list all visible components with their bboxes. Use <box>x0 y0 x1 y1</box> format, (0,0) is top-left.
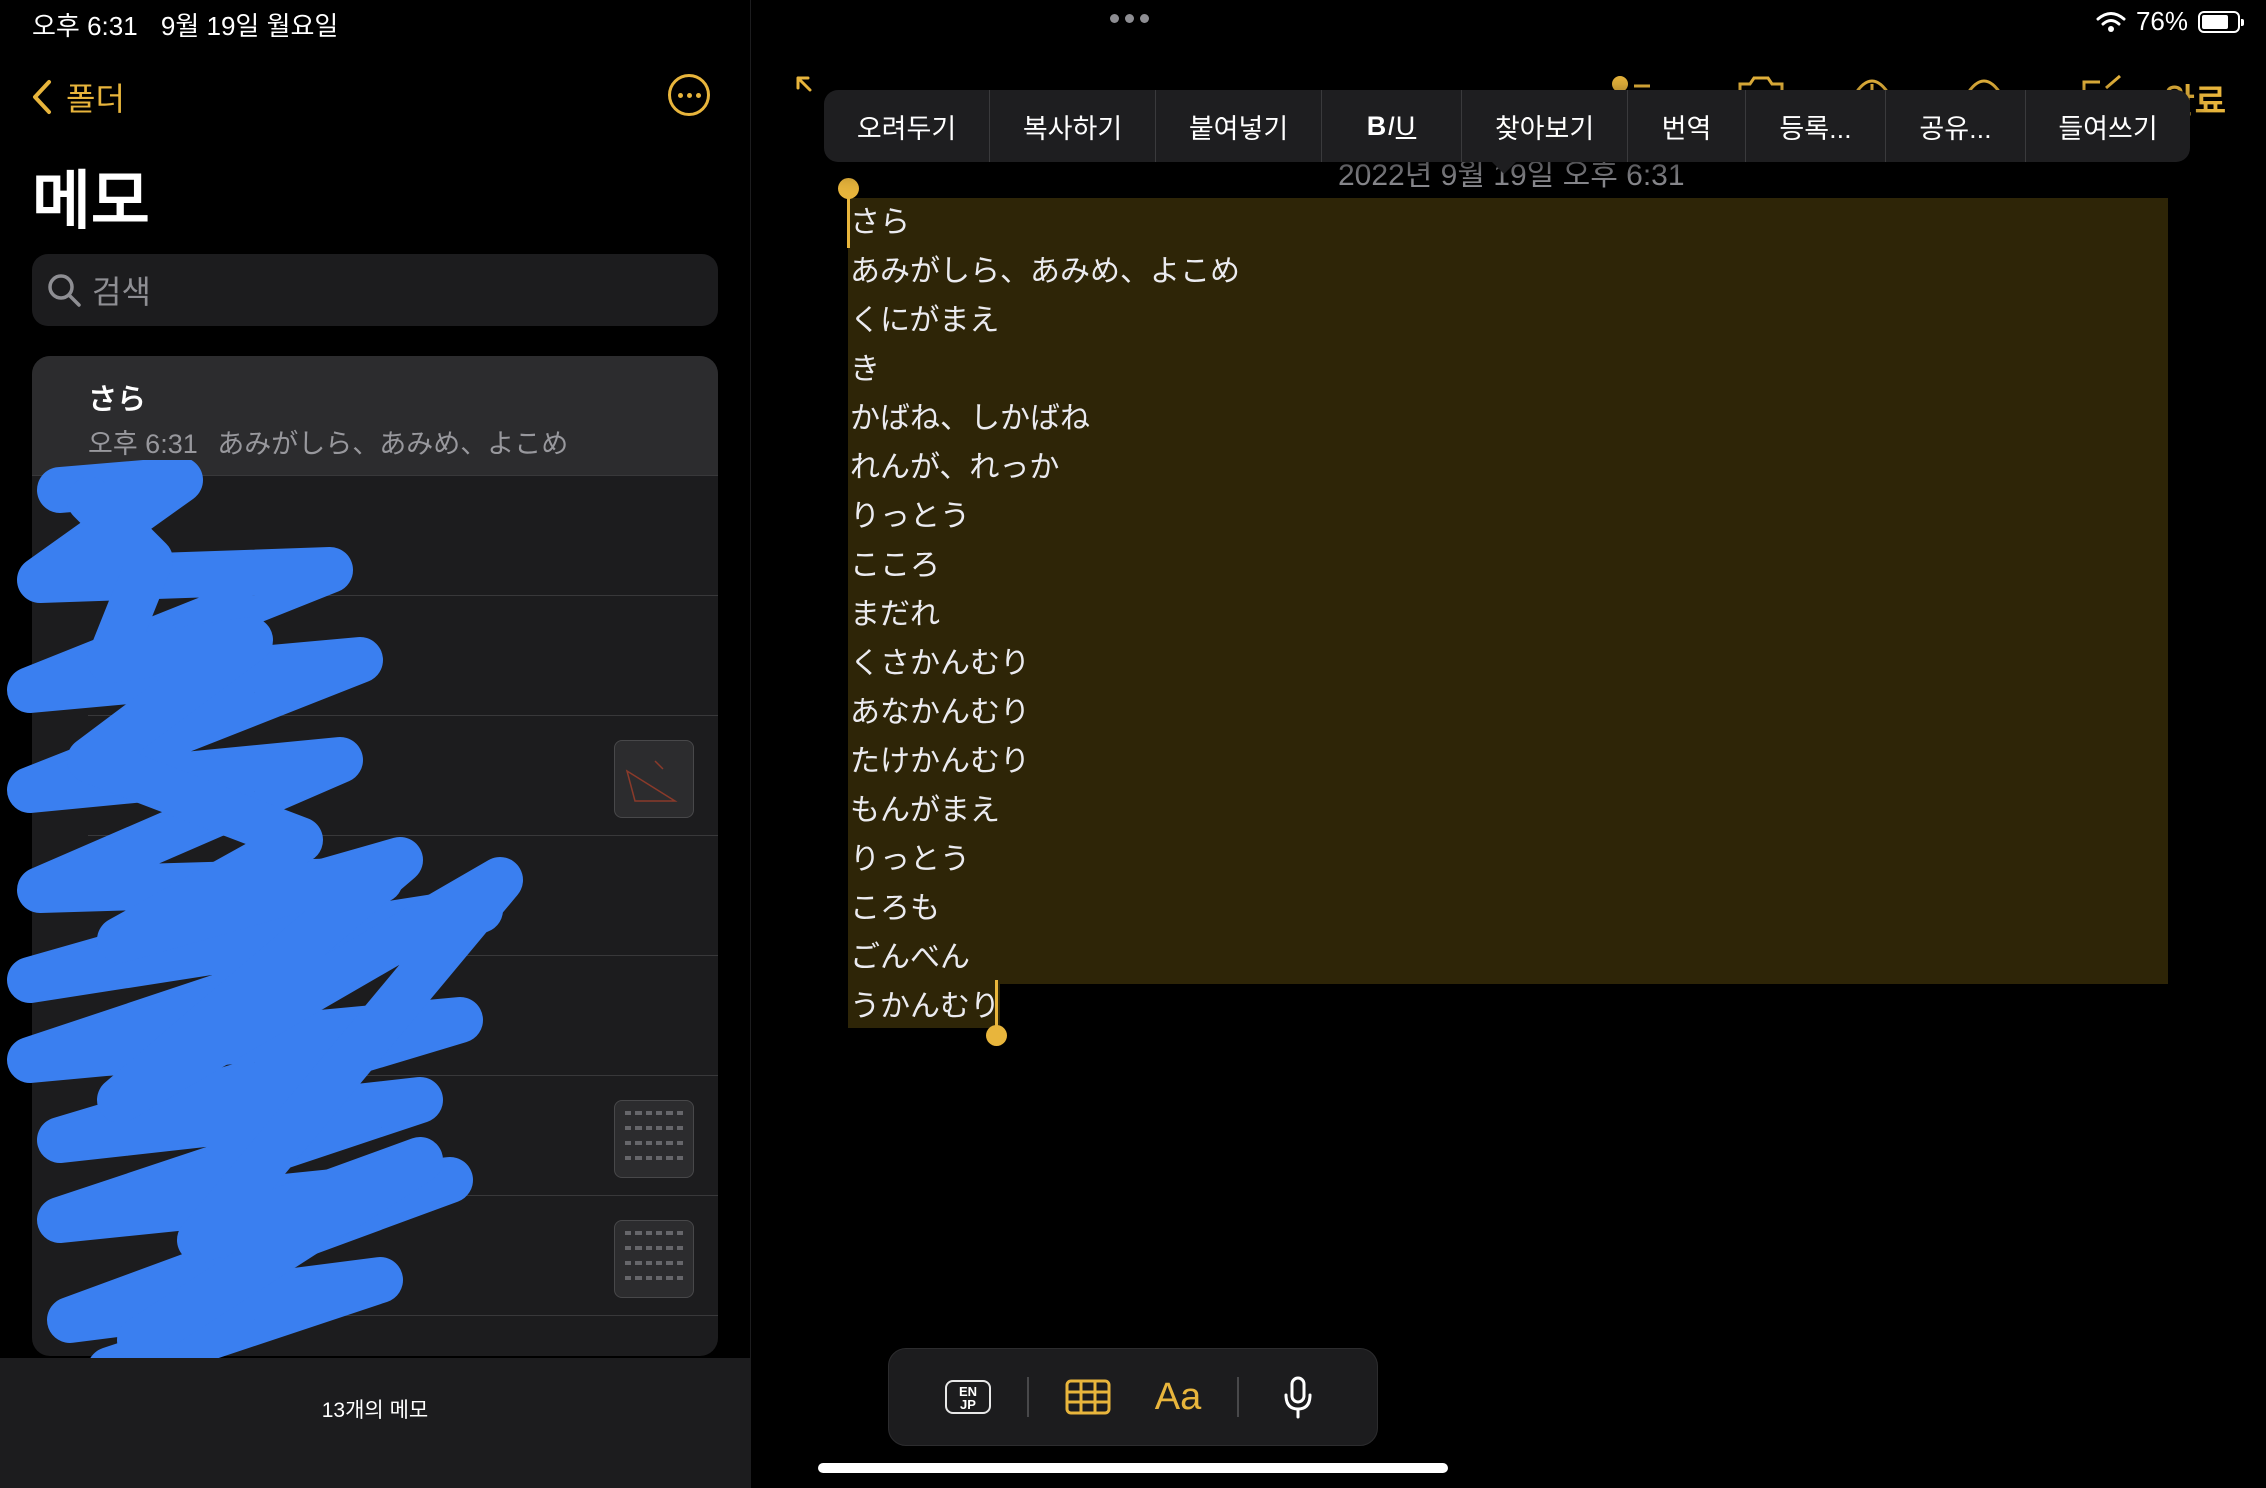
note-line: ころも <box>850 892 940 925</box>
note-subtitle: 오후 6:31 あみがしら、あみめ、よこめ <box>88 422 568 461</box>
back-label: 폴더 <box>66 81 125 117</box>
note-thumbnail <box>614 740 694 818</box>
note-line: もんがまえ <box>850 794 1000 827</box>
table-icon <box>1065 1379 1111 1415</box>
list-item-selected-note[interactable]: さら 오후 6:31 あみがしら、あみめ、よこめ <box>32 356 718 476</box>
selection-end-handle[interactable] <box>986 980 1007 1046</box>
menu-item-cut[interactable]: 오려두기 <box>824 90 990 162</box>
note-line: あみがしら、あみめ、よこめ <box>850 255 1240 288</box>
note-line: あなかんむり <box>850 696 1030 729</box>
note-line: れんが、れっか <box>850 451 1060 484</box>
list-item[interactable] <box>88 596 718 716</box>
note-line: たけかんむり <box>850 745 1030 778</box>
note-line: くにがまえ <box>850 304 1000 337</box>
multitasking-dots-icon[interactable] <box>1110 14 1149 23</box>
note-line: りっとう <box>850 843 970 876</box>
note-line: まだれ <box>850 598 940 631</box>
menu-item-paste[interactable]: 붙여넣기 <box>1156 90 1322 162</box>
note-line: くさかんむり <box>850 647 1030 680</box>
menu-item-indent[interactable]: 들여쓰기 <box>2026 90 2190 162</box>
note-count: 13개의 메모 <box>321 1399 429 1422</box>
note-line: き <box>850 353 880 386</box>
keyboard-language-icon: EN JP <box>945 1380 991 1414</box>
list-item[interactable] <box>88 956 718 1076</box>
note-count-footer: 13개의 메모 <box>0 1358 750 1488</box>
dictation-button[interactable] <box>1253 1362 1343 1432</box>
note-line: さら <box>850 206 910 239</box>
list-item[interactable] <box>88 836 718 956</box>
note-time: 오후 6:31 <box>88 429 198 459</box>
keyboard-language-button[interactable]: EN JP <box>923 1362 1013 1432</box>
note-line: りっとう <box>850 500 970 533</box>
lang-bottom: JP <box>960 1397 976 1412</box>
status-date: 9월 19일 월요일 <box>160 11 339 41</box>
status-bar-left: 오후 6:31 9월 19일 월요일 <box>32 6 354 43</box>
battery-percent: 76% <box>2135 6 2188 36</box>
edit-context-menu: 오려두기 복사하기 붙여넣기 BIU 찾아보기 번역 등록... 공유... 들… <box>824 90 2190 162</box>
note-title: さら <box>88 384 147 416</box>
note-thumbnail <box>614 1220 694 1298</box>
chevron-left-icon <box>33 80 51 114</box>
list-item[interactable] <box>88 1196 718 1316</box>
selection-start-handle[interactable] <box>838 178 859 248</box>
note-line: かばね、しかばね <box>850 402 1090 435</box>
list-item[interactable] <box>88 476 718 596</box>
text-format-button[interactable]: Aa <box>1133 1362 1223 1432</box>
back-to-folders-button[interactable]: 폴더 <box>32 74 125 120</box>
text-format-label: Aa <box>1154 1375 1202 1418</box>
wifi-icon <box>2096 11 2126 32</box>
search-placeholder: 검색 <box>92 274 151 310</box>
note-list: さら 오후 6:31 あみがしら、あみめ、よこめ <box>32 356 718 1356</box>
menu-item-format-biu[interactable]: BIU <box>1322 90 1462 162</box>
menu-item-share[interactable]: 공유... <box>1886 90 2026 162</box>
more-options-icon[interactable] <box>668 74 710 116</box>
menu-item-register[interactable]: 등록... <box>1746 90 1886 162</box>
note-line: ごんべん <box>850 941 970 974</box>
status-bar-right: 76% <box>2096 6 2244 37</box>
note-line: こころ <box>850 549 940 582</box>
note-preview: あみがしら、あみめ、よこめ <box>217 429 569 459</box>
biu-label: BIU <box>1366 110 1417 141</box>
table-button[interactable] <box>1043 1362 1133 1432</box>
context-menu-pointer <box>1490 160 1518 174</box>
menu-item-look-up[interactable]: 찾아보기 <box>1462 90 1628 162</box>
menu-item-copy[interactable]: 복사하기 <box>990 90 1156 162</box>
status-time: 오후 6:31 <box>32 11 138 41</box>
battery-icon <box>2198 10 2244 33</box>
list-item[interactable] <box>88 1076 718 1196</box>
bottom-formatting-bar: EN JP Aa <box>888 1348 1378 1446</box>
page-title: 메모 <box>32 165 150 237</box>
sidebar: 오후 6:31 9월 19일 월요일 폴더 메모 검색 さら 오후 6:31 あ… <box>0 0 751 1488</box>
microphone-icon <box>1284 1376 1312 1419</box>
list-item[interactable] <box>88 716 718 836</box>
note-thumbnail <box>614 1100 694 1178</box>
separator <box>1027 1377 1029 1417</box>
search-icon <box>48 274 81 307</box>
note-body[interactable]: さらあみがしら、あみめ、よこめ くにがまえきかばね、しかばね れんが、れっか りっとう… <box>850 198 1240 1031</box>
home-indicator[interactable] <box>818 1463 1448 1473</box>
menu-item-translate[interactable]: 번역 <box>1628 90 1746 162</box>
note-line: うかんむり <box>850 990 1000 1023</box>
list-item[interactable] <box>88 1316 718 1356</box>
search-field[interactable]: 검색 <box>32 254 718 326</box>
separator <box>1237 1377 1239 1417</box>
